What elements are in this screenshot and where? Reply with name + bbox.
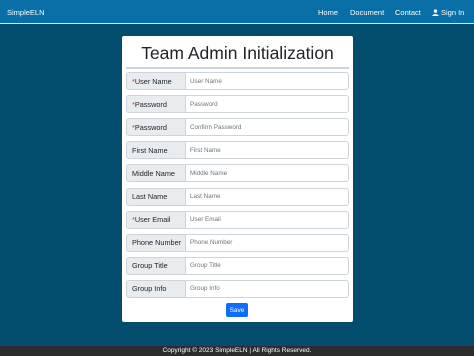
field-password: * Password (126, 95, 349, 114)
field-phone-number: Phone Number (126, 233, 349, 252)
last-name-input[interactable] (185, 187, 349, 206)
field-user-name: * User Name (126, 72, 349, 90)
field-group-title: Group Title (126, 256, 349, 275)
footer-copyright: Copyright © 2023 SimpleELN | All Rights … (162, 347, 312, 354)
admin-init-form-card: Team Admin Initialization *User Name *Pas… (122, 36, 353, 322)
field-label-text: Password (134, 122, 167, 132)
sign-in-label: Sign In (441, 8, 465, 17)
group-info-input[interactable] (185, 279, 349, 298)
field-label: Group Info (126, 279, 185, 298)
user-email-input[interactable] (185, 210, 349, 229)
field-label: Phone Number (126, 233, 185, 252)
field-label-text: First Name (132, 145, 168, 155)
field-label-text: User Email (134, 215, 171, 225)
confirm-password-input[interactable] (185, 118, 349, 137)
group-title-input[interactable] (185, 256, 349, 275)
field-label: * User Name (126, 72, 185, 90)
password-input[interactable] (185, 95, 349, 114)
field-label: First Name (126, 141, 185, 160)
field-label-text: Group Info (132, 284, 167, 294)
save-button[interactable]: Save (226, 303, 248, 317)
field-label-text: Phone Number (132, 238, 182, 248)
field-label-text: Last Name (132, 192, 168, 201)
user-name-input[interactable] (185, 72, 349, 90)
middle-name-input[interactable] (185, 164, 349, 183)
nav-link-sign-in[interactable]: Sign In (432, 8, 464, 18)
field-label: * Password (126, 95, 185, 114)
field-group-info: Group Info (126, 279, 349, 298)
form-title: Team Admin Initialization (141, 43, 334, 63)
field-last-name: Last Name (126, 187, 349, 206)
first-name-input[interactable] (185, 141, 349, 160)
field-label: Last Name (126, 187, 185, 206)
title-divider (126, 67, 349, 69)
field-label-text: Group Title (132, 261, 168, 271)
field-confirm-password: * Password (126, 118, 349, 137)
field-middle-name: Middle Name (126, 164, 349, 183)
field-first-name: First Name (126, 141, 349, 160)
phone-number-input[interactable] (185, 233, 349, 252)
nav-link-contact[interactable]: Contact (395, 8, 421, 17)
nav-link-home[interactable]: Home (318, 8, 338, 17)
field-user-email: * User Email (126, 210, 349, 229)
nav-link-document[interactable]: Document (350, 8, 384, 17)
field-label: Middle Name (126, 164, 185, 183)
field-label-text: Password (134, 99, 167, 109)
top-navbar: SimpleELN Home Document Contact Sign In (0, 0, 474, 24)
field-label: Group Title (126, 256, 185, 275)
field-label: * User Email (126, 210, 185, 229)
field-label-text: User Name (134, 76, 172, 86)
field-label: * Password (126, 118, 185, 137)
footer: Copyright © 2023 SimpleELN | All Rights … (0, 346, 474, 356)
user-icon (432, 9, 439, 18)
field-label-text: Middle Name (132, 168, 175, 178)
brand-logo-text[interactable]: SimpleELN (7, 8, 45, 17)
